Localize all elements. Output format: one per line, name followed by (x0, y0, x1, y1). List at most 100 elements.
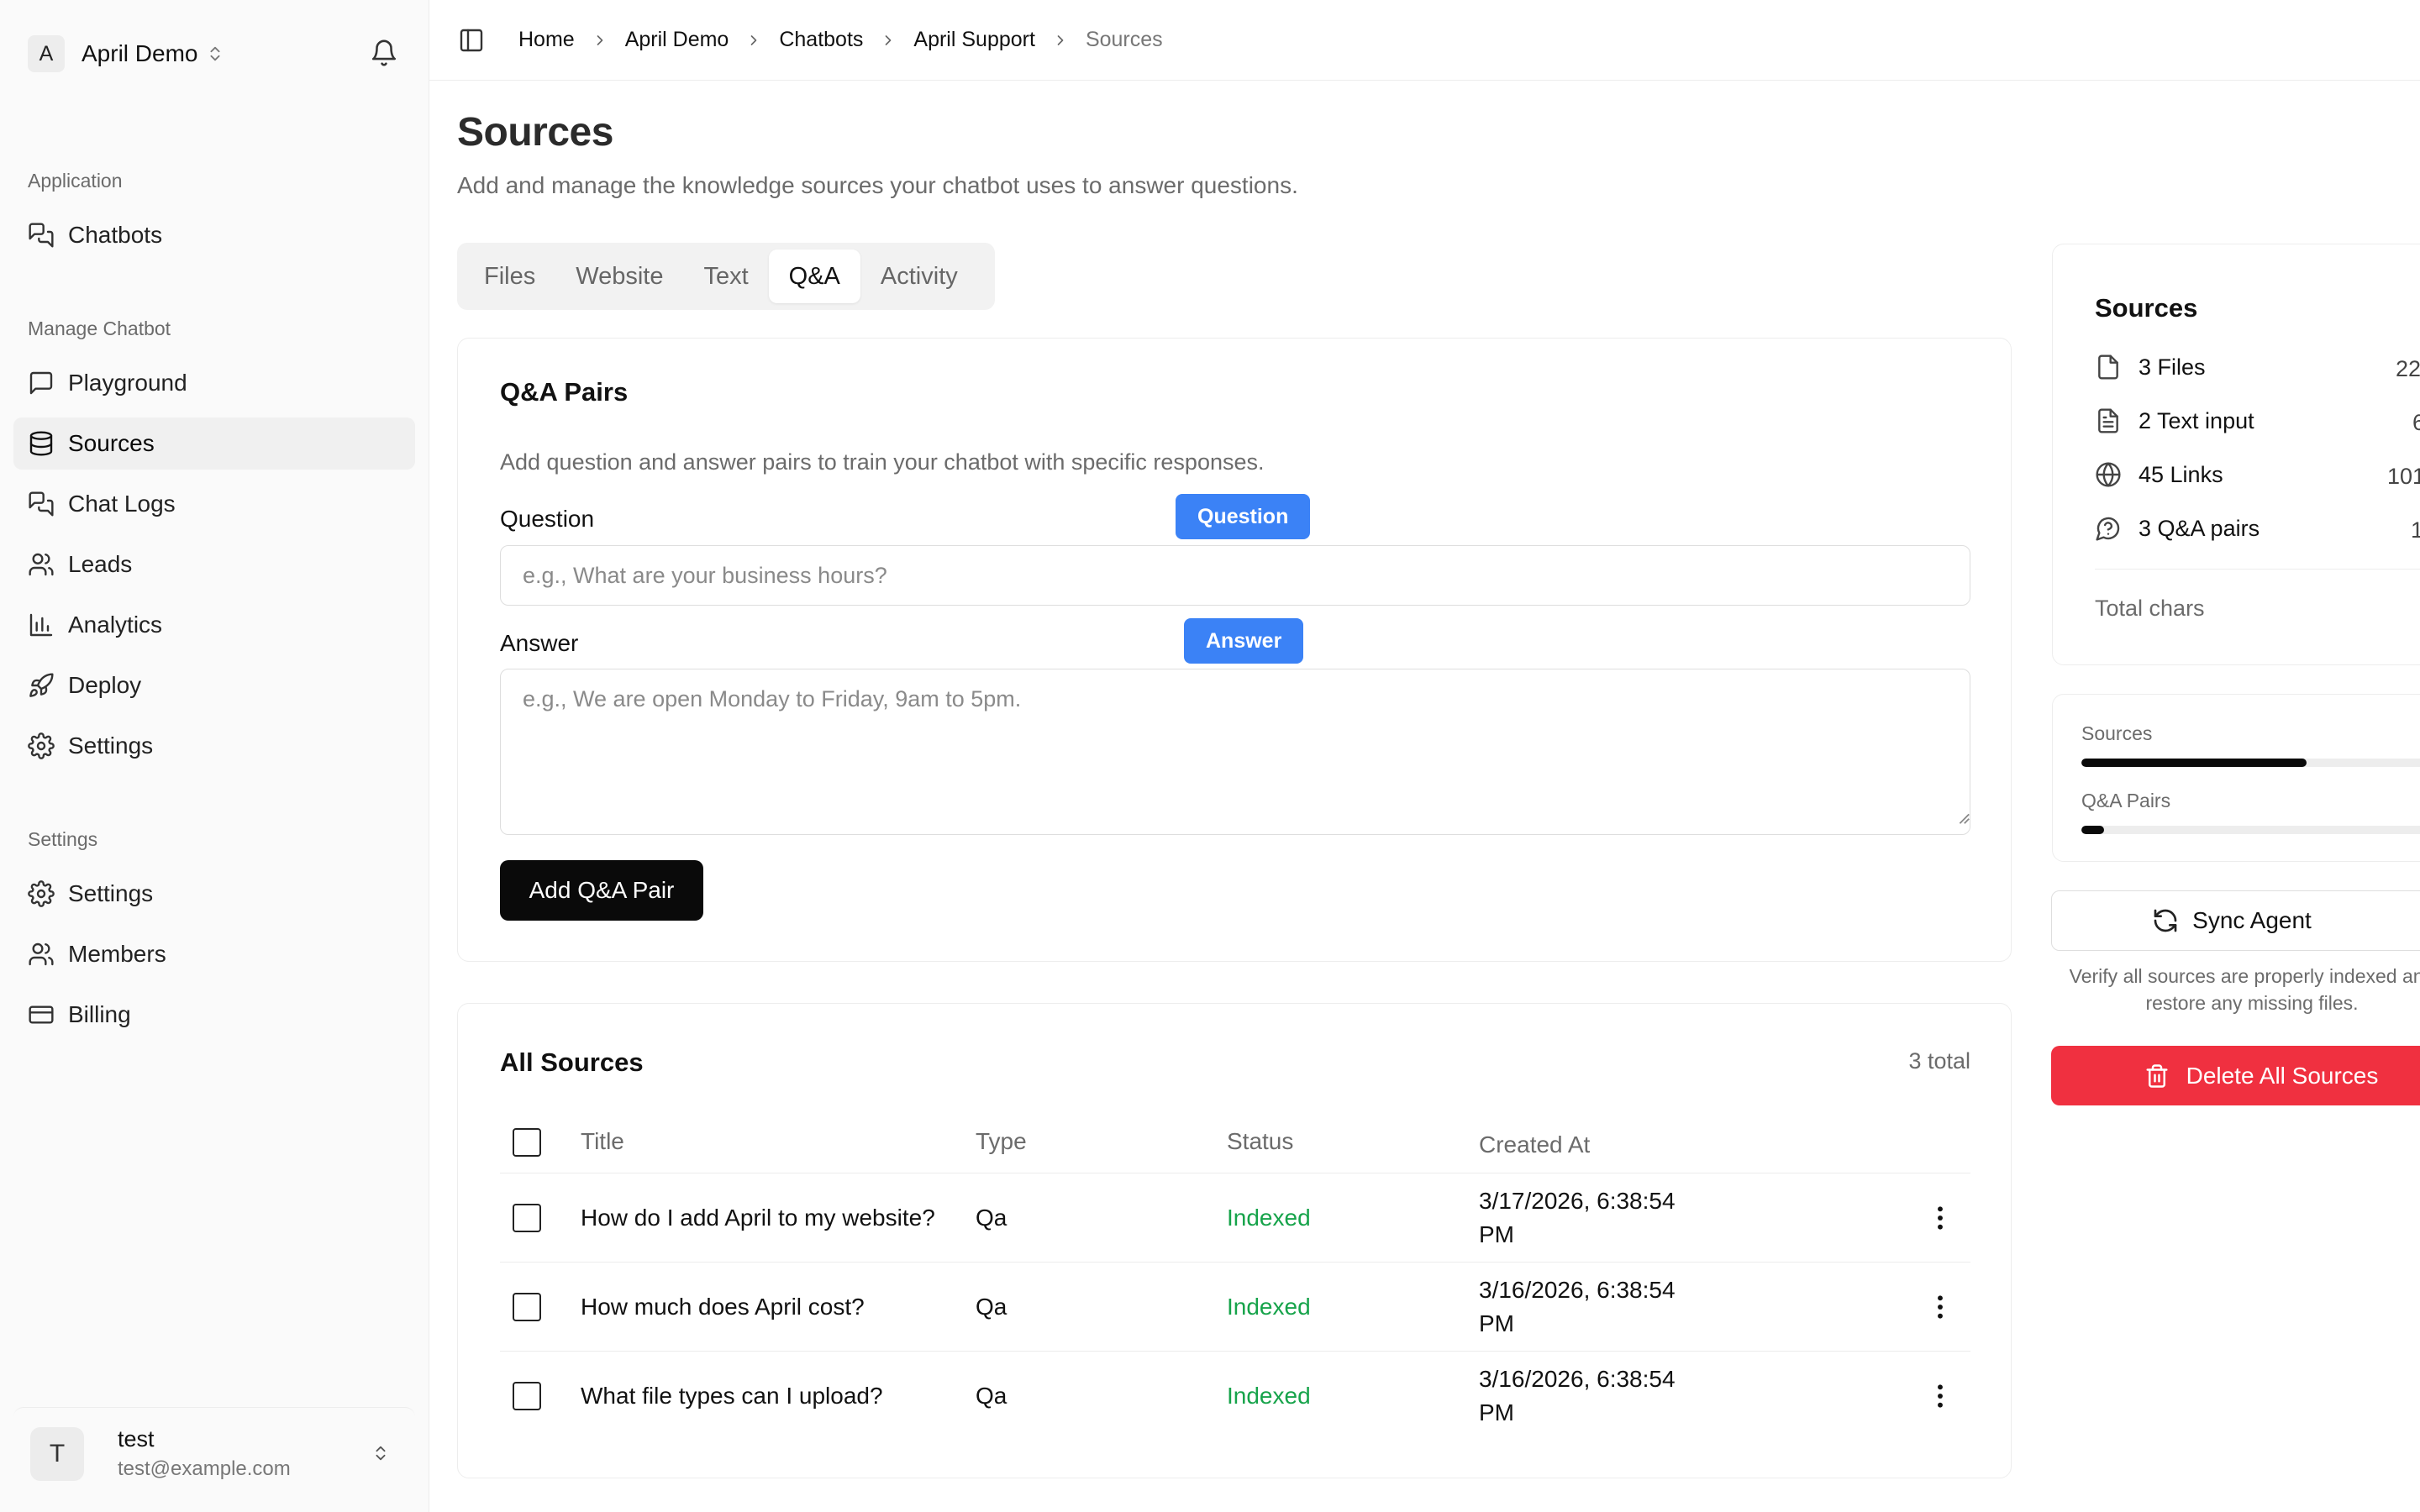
sources-total: 3 total (1908, 1048, 1970, 1074)
breadcrumb-chatbots[interactable]: Chatbots (779, 28, 863, 52)
status-badge: Indexed (1227, 1293, 1311, 1320)
row-checkbox[interactable] (513, 1382, 541, 1410)
row-title: How do I add April to my website? (581, 1204, 935, 1231)
chevron-right-icon (886, 34, 892, 45)
tab-activity[interactable]: Activity (860, 249, 978, 303)
messages-icon (29, 491, 54, 517)
answer-textarea[interactable] (500, 669, 1970, 835)
sidebar-item-chatbots[interactable]: Chatbots (13, 209, 415, 261)
breadcrumb-chatbot[interactable]: April Support (913, 28, 1035, 52)
resize-handle-icon[interactable] (1955, 810, 1970, 825)
tab-text[interactable]: Text (683, 249, 768, 303)
sidebar-item-analytics[interactable]: Analytics (13, 599, 415, 651)
tab-qa[interactable]: Q&A (768, 249, 860, 303)
usage-sources-bar (2081, 759, 2420, 767)
chevron-right-icon (597, 34, 603, 45)
sidebar-item-label: Members (68, 941, 166, 967)
file-text-icon (2098, 408, 2118, 433)
breadcrumb: Home April Demo Chatbots April Support S… (518, 28, 1163, 52)
stats-title: Sources (2095, 293, 2198, 323)
globe-icon (2096, 462, 2121, 487)
row-checkbox[interactable] (513, 1203, 541, 1232)
users-icon (29, 942, 54, 966)
select-all-checkbox[interactable] (513, 1128, 541, 1157)
workspace-switcher[interactable]: A April Demo (28, 35, 224, 72)
sidebar-item-label: Chatbots (68, 222, 163, 248)
user-name: test (118, 1426, 155, 1452)
message-square-icon (29, 371, 53, 395)
sync-agent-label: Sync Agent (2192, 907, 2312, 933)
main-content: Home April Demo Chatbots April Support S… (429, 0, 2420, 1512)
breadcrumb-workspace[interactable]: April Demo (625, 28, 729, 52)
usage-sources-fill (2081, 759, 2307, 767)
credit-card-icon (29, 1005, 54, 1024)
page-title: Sources (457, 110, 613, 155)
sidebar-item-label: Deploy (68, 672, 142, 698)
users-icon (29, 553, 54, 576)
sidebar-item-label: Chat Logs (68, 491, 176, 517)
sidebar-item-leads[interactable]: Leads (13, 538, 415, 591)
sidebar-item-deploy[interactable]: Deploy (13, 659, 415, 711)
sidebar-item-chat-logs[interactable]: Chat Logs (13, 478, 415, 530)
column-header-created-at[interactable]: Created At (1479, 1128, 1731, 1162)
section-label-manage-chatbot: Manage Chatbot (28, 318, 171, 339)
top-bar: Home April Demo Chatbots April Support S… (429, 0, 2420, 81)
breadcrumb-current: Sources (1085, 28, 1163, 51)
database-icon (29, 431, 53, 456)
tab-website[interactable]: Website (555, 249, 683, 303)
gear-icon (28, 880, 55, 907)
total-chars-label: Total chars (2095, 596, 2205, 621)
sidebar-toggle-icon[interactable] (458, 27, 485, 54)
delete-all-sources-label: Delete All Sources (2186, 1062, 2379, 1089)
sidebar-item-playground[interactable]: Playground (13, 357, 415, 409)
stat-files: 3 Files (2095, 354, 2206, 381)
workspace-name: April Demo (82, 40, 198, 66)
qa-card-title: Q&A Pairs (500, 377, 629, 407)
chevron-right-icon (751, 34, 757, 45)
trash-icon (2146, 1063, 2168, 1088)
messages-icon (29, 223, 54, 248)
more-vertical-icon[interactable] (1935, 1205, 1945, 1231)
sidebar-item-settings[interactable]: Settings (13, 868, 415, 920)
sidebar-item-sources[interactable]: Sources (13, 417, 415, 470)
chevron-right-icon (1057, 34, 1064, 45)
stat-label: 45 Links (2139, 461, 2223, 487)
table-row: How do I add April to my website? Qa Ind… (500, 1173, 1970, 1263)
column-header-title[interactable]: Title (581, 1128, 624, 1155)
delete-all-sources-button[interactable]: Delete All Sources (2051, 1046, 2420, 1105)
sidebar-item-members[interactable]: Members (13, 928, 415, 980)
sync-agent-button[interactable]: Sync Agent (2051, 890, 2420, 951)
column-header-type[interactable]: Type (976, 1128, 1027, 1155)
stat-value: 6K (2412, 410, 2420, 435)
sidebar-item-billing[interactable]: Billing (13, 989, 415, 1041)
section-label-settings: Settings (28, 828, 98, 850)
rocket-icon (29, 673, 54, 697)
sidebar-item-chatbot-settings[interactable]: Settings (13, 720, 415, 772)
refresh-icon (2154, 909, 2177, 932)
tab-files[interactable]: Files (464, 249, 555, 303)
column-header-status[interactable]: Status (1227, 1128, 1293, 1155)
breadcrumb-home[interactable]: Home (518, 28, 575, 52)
sources-stats-card: Sources 3 Files 22K 2 Text input 6K 45 L… (2052, 244, 2420, 665)
row-type: Qa (976, 1383, 1007, 1409)
sidebar-item-label: Settings (68, 880, 154, 906)
row-checkbox[interactable] (513, 1292, 541, 1321)
bell-icon[interactable] (370, 39, 398, 67)
user-menu[interactable]: T test test@example.com (13, 1407, 415, 1499)
row-type: Qa (976, 1293, 1007, 1320)
question-input[interactable] (500, 545, 1970, 606)
more-vertical-icon[interactable] (1935, 1383, 1945, 1410)
row-created-at: 3/17/2026, 6:38:54 PM (1479, 1184, 1731, 1252)
usage-qa-label: Q&A Pairs (2081, 790, 2171, 811)
answer-label: Answer (500, 630, 579, 656)
add-qa-pair-button[interactable]: Add Q&A Pair (500, 860, 703, 921)
section-label-application: Application (28, 170, 123, 192)
sidebar-item-label: Playground (68, 370, 187, 396)
page-subtitle: Add and manage the knowledge sources you… (457, 172, 1298, 198)
avatar: T (30, 1426, 84, 1481)
sidebar-item-label: Settings (68, 732, 154, 759)
table-row: What file types can I upload? Qa Indexed… (500, 1352, 1970, 1441)
more-vertical-icon[interactable] (1935, 1294, 1945, 1320)
answer-tooltip: Answer (1184, 618, 1304, 664)
usage-sources-label: Sources (2081, 722, 2153, 744)
